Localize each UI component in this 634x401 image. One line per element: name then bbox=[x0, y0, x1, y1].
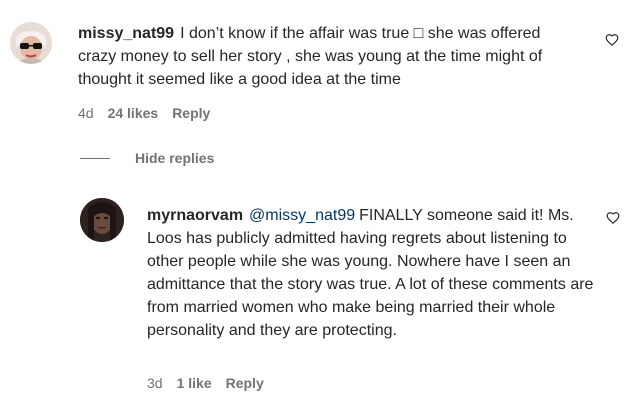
reply-age[interactable]: 3d bbox=[147, 375, 163, 391]
reply-button[interactable]: Reply bbox=[226, 375, 264, 391]
comment-meta: 4d 24 likes Reply bbox=[78, 105, 224, 121]
comment-body: missy_nat99 I don’t know if the affair wa… bbox=[78, 22, 578, 91]
heart-icon[interactable] bbox=[606, 211, 620, 225]
reply-button[interactable]: Reply bbox=[172, 105, 210, 121]
reply-likes[interactable]: 1 like bbox=[177, 375, 212, 391]
avatar[interactable] bbox=[80, 198, 124, 242]
avatar-image bbox=[10, 22, 52, 64]
avatar-image bbox=[80, 198, 124, 242]
comment-likes[interactable]: 24 likes bbox=[108, 105, 159, 121]
hide-replies-button[interactable]: Hide replies bbox=[135, 150, 214, 166]
comment-age[interactable]: 4d bbox=[78, 105, 94, 121]
comment-username[interactable]: missy_nat99 bbox=[78, 25, 174, 42]
reply-username[interactable]: myrnaorvam bbox=[147, 207, 243, 224]
heart-icon[interactable] bbox=[605, 33, 619, 47]
reply-meta: 3d 1 like Reply bbox=[147, 375, 278, 391]
reply-body: myrnaorvam @missy_nat99 FINALLY someone sa… bbox=[147, 204, 602, 342]
reply-text: FINALLY someone said it! Ms. Loos has pu… bbox=[147, 207, 594, 339]
replies-divider-line bbox=[80, 158, 110, 159]
reply-mention-link[interactable]: @missy_nat99 bbox=[249, 207, 355, 224]
avatar[interactable] bbox=[10, 22, 52, 64]
